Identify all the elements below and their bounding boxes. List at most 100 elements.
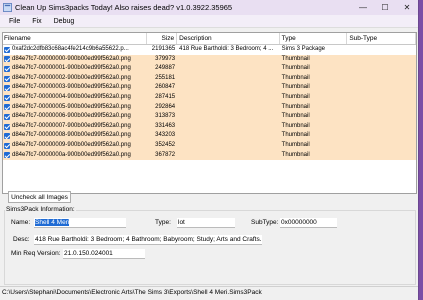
cell-type: Thumbnail: [281, 65, 310, 72]
column-header-subtype[interactable]: Sub-Type: [347, 33, 416, 44]
cell-type: Thumbnail: [281, 141, 310, 148]
cell-filename: d84e7fc7-00000008-900b00ed99f562a0.png: [3, 131, 147, 141]
filename-text: d84e7fc7-00000009-900b00ed99f562a0.png: [12, 141, 131, 148]
filename-text: d84e7fc7-00000007-900b00ed99f562a0.png: [12, 122, 131, 129]
desc-label: Desc:: [13, 236, 30, 243]
table-row[interactable]: d84e7fc7-0000000a-900b00ed99f562a0.png 36…: [3, 150, 416, 161]
cell-type: Thumbnail: [281, 84, 310, 91]
min-req-version-field[interactable]: 21.0.150.024001: [63, 249, 145, 259]
cell-size: 287415: [155, 93, 176, 100]
cell-filename: 0xaf2dc2dfb83c68ac4fe214c9b6a55622.p...: [3, 45, 147, 55]
cell-size: 352452: [155, 141, 176, 148]
menu-fix[interactable]: Fix: [26, 18, 47, 25]
maximize-icon[interactable]: ☐: [374, 0, 396, 15]
status-bar: C:\Users\Stephani\Documents\Electronic A…: [0, 286, 418, 299]
table-row[interactable]: d84e7fc7-00000007-900b00ed99f562a0.png 33…: [3, 121, 416, 132]
cell-type: Thumbnail: [281, 132, 310, 139]
filename-text: d84e7fc7-00000003-900b00ed99f562a0.png: [12, 84, 131, 91]
row-checkbox[interactable]: [4, 46, 10, 53]
grid-header: Filename Size Description Type Sub-Type: [3, 33, 416, 45]
column-header-description[interactable]: Description: [177, 33, 280, 44]
row-checkbox[interactable]: [4, 133, 10, 140]
cell-size: 343203: [155, 132, 176, 139]
row-checkbox[interactable]: [4, 152, 10, 159]
menu-bar: File Fix Debug: [0, 15, 418, 28]
type-field[interactable]: lot: [177, 218, 235, 228]
column-header-size[interactable]: Size: [147, 33, 178, 44]
cell-filename: d84e7fc7-00000006-900b00ed99f562a0.png: [3, 112, 147, 122]
cell-size: 2191365: [151, 46, 176, 52]
cell-size: 255181: [155, 74, 176, 81]
menu-debug[interactable]: Debug: [48, 18, 81, 25]
table-row[interactable]: 0xaf2dc2dfb83c68ac4fe214c9b6a55622.p... 2…: [3, 45, 416, 55]
row-checkbox[interactable]: [4, 85, 10, 92]
table-row[interactable]: d84e7fc7-00000004-900b00ed99f562a0.png 28…: [3, 92, 416, 103]
row-checkbox[interactable]: [4, 123, 10, 130]
cell-type: Thumbnail: [281, 93, 310, 100]
cell-size: 313873: [155, 113, 176, 120]
table-row[interactable]: d84e7fc7-00000006-900b00ed99f562a0.png 31…: [3, 112, 416, 122]
cell-filename: d84e7fc7-00000003-900b00ed99f562a0.png: [3, 83, 147, 93]
row-checkbox[interactable]: [4, 65, 10, 72]
column-header-type[interactable]: Type: [280, 33, 348, 44]
cell-filename: d84e7fc7-0000000a-900b00ed99f562a0.png: [3, 151, 147, 161]
desc-field[interactable]: 418 Rue Bartholdi: 3 Bedroom; 4 Bathroom…: [34, 235, 262, 245]
cell-size: 379973: [155, 55, 176, 62]
cell-size: 367872: [155, 151, 176, 158]
row-checkbox[interactable]: [4, 142, 10, 149]
cell-filename: d84e7fc7-00000007-900b00ed99f562a0.png: [3, 122, 147, 132]
name-field[interactable]: Shell 4 Meri: [34, 218, 126, 228]
column-header-filename[interactable]: Filename: [3, 33, 148, 44]
cell-filename: d84e7fc7-00000005-900b00ed99f562a0.png: [3, 103, 147, 113]
minimize-icon[interactable]: —: [352, 0, 374, 15]
cell-type: Thumbnail: [281, 113, 310, 120]
cell-type: Thumbnail: [281, 103, 310, 110]
title-bar: Clean Up Sims3packs Today! Also raises d…: [0, 0, 418, 15]
table-row[interactable]: d84e7fc7-00000000-900b00ed99f562a0.png 37…: [3, 54, 416, 65]
window-controls: — ☐ ✕: [352, 0, 418, 15]
filename-text: d84e7fc7-00000008-900b00ed99f562a0.png: [12, 132, 131, 139]
name-value: Shell 4 Meri: [35, 219, 70, 226]
name-label: Name:: [11, 219, 31, 226]
close-icon[interactable]: ✕: [396, 0, 418, 15]
row-checkbox[interactable]: [4, 75, 10, 82]
cell-type: Sims 3 Package: [281, 46, 326, 52]
filename-text: d84e7fc7-00000006-900b00ed99f562a0.png: [12, 113, 131, 120]
row-checkbox[interactable]: [4, 113, 10, 120]
table-row[interactable]: d84e7fc7-00000009-900b00ed99f562a0.png 35…: [3, 140, 416, 151]
filename-text: d84e7fc7-00000004-900b00ed99f562a0.png: [12, 93, 131, 100]
filename-text: d84e7fc7-00000002-900b00ed99f562a0.png: [12, 74, 131, 81]
sims3pack-info-group: Sims3Pack Information: Name: Shell 4 Mer…: [4, 206, 416, 285]
menu-file[interactable]: File: [3, 18, 26, 25]
cell-filename: d84e7fc7-00000002-900b00ed99f562a0.png: [3, 74, 147, 84]
cell-type: Thumbnail: [281, 151, 310, 158]
app-window: Clean Up Sims3packs Today! Also raises d…: [0, 0, 419, 300]
row-checkbox[interactable]: [4, 56, 10, 63]
filename-text: d84e7fc7-00000005-900b00ed99f562a0.png: [12, 103, 131, 110]
cell-filename: d84e7fc7-00000004-900b00ed99f562a0.png: [3, 93, 147, 103]
table-row[interactable]: d84e7fc7-00000003-900b00ed99f562a0.png 26…: [3, 83, 416, 93]
subtype-field[interactable]: 0x00000000: [280, 218, 337, 228]
row-checkbox[interactable]: [4, 104, 10, 111]
table-row[interactable]: d84e7fc7-00000005-900b00ed99f562a0.png 29…: [3, 102, 416, 113]
table-row[interactable]: d84e7fc7-00000002-900b00ed99f562a0.png 25…: [3, 73, 416, 84]
table-row[interactable]: d84e7fc7-00000001-900b00ed99f562a0.png 24…: [3, 64, 416, 74]
file-grid[interactable]: Filename Size Description Type Sub-Type …: [2, 32, 417, 194]
cell-filename: d84e7fc7-00000009-900b00ed99f562a0.png: [3, 141, 147, 151]
min-req-version-label: Min Req Version:: [11, 250, 61, 257]
window-title: Clean Up Sims3packs Today! Also raises d…: [15, 3, 233, 12]
cell-filename: d84e7fc7-00000001-900b00ed99f562a0.png: [3, 64, 147, 74]
table-row[interactable]: d84e7fc7-00000008-900b00ed99f562a0.png 34…: [3, 131, 416, 141]
subtype-label: SubType:: [251, 219, 279, 226]
row-checkbox[interactable]: [4, 94, 10, 101]
type-label: Type:: [155, 219, 171, 226]
cell-size: 260847: [155, 84, 176, 91]
group-title: Sims3Pack Information:: [5, 206, 76, 213]
cell-size: 292864: [155, 103, 176, 110]
uncheck-all-images-button[interactable]: Uncheck all Images: [8, 191, 71, 203]
filename-text: 0xaf2dc2dfb83c68ac4fe214c9b6a55622.p...: [12, 46, 129, 52]
cell-description: 418 Rue Bartholdi: 3 Bedroom; 4 ...: [179, 46, 274, 52]
filename-text: d84e7fc7-00000001-900b00ed99f562a0.png: [12, 65, 131, 72]
cell-type: Thumbnail: [281, 74, 310, 81]
cell-size: 331463: [155, 122, 176, 129]
